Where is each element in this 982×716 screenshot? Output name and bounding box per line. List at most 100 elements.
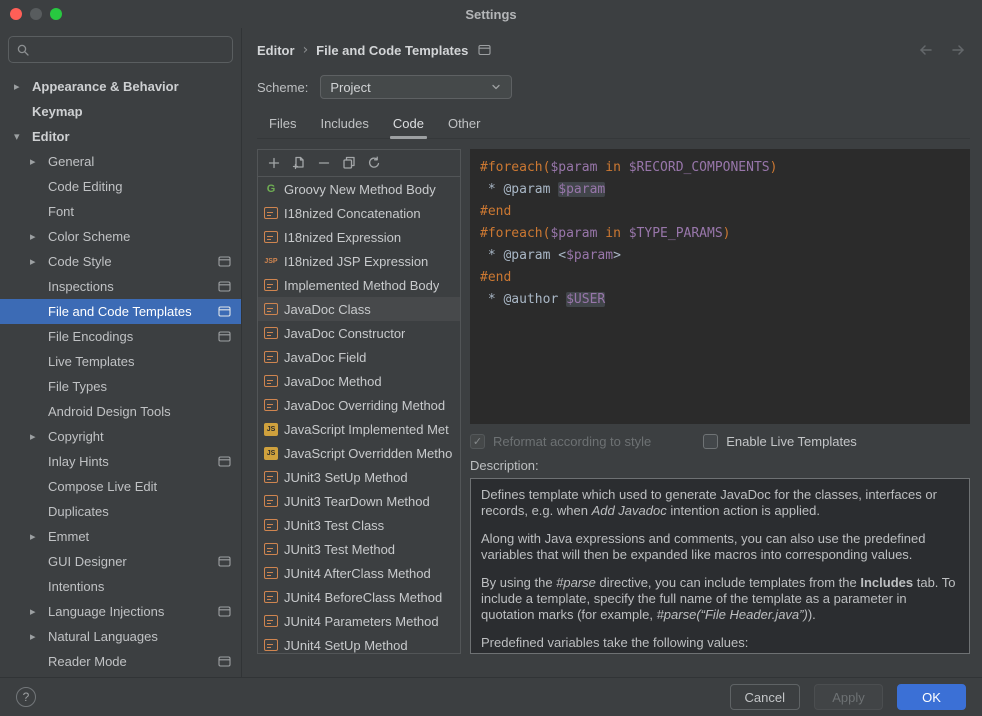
tree-chevron-icon[interactable]: ▸ <box>30 155 48 168</box>
reformat-option[interactable]: Reformat according to style <box>470 434 651 449</box>
sidebar-item-copyright[interactable]: ▸ Copyright <box>0 424 241 449</box>
help-button[interactable]: ? <box>16 687 36 707</box>
tree-chevron-icon[interactable]: ▸ <box>30 255 48 268</box>
template-item-javadoc-class[interactable]: JavaDoc Class <box>258 297 460 321</box>
tree-chevron-icon[interactable]: ▸ <box>30 430 48 443</box>
template-item-junit3-teardown-method[interactable]: JUnit3 TearDown Method <box>258 489 460 513</box>
sidebar-item-android-design-tools[interactable]: Android Design Tools <box>0 399 241 424</box>
sidebar-item-font[interactable]: Font <box>0 199 241 224</box>
template-item-implemented-method-body[interactable]: Implemented Method Body <box>258 273 460 297</box>
template-item-junit3-setup-method[interactable]: JUnit3 SetUp Method <box>258 465 460 489</box>
live-templates-checkbox[interactable] <box>703 434 718 449</box>
template-item-i18nized-jsp-expression[interactable]: JSP I18nized JSP Expression <box>258 249 460 273</box>
sidebar-item-label: File and Code Templates <box>48 304 192 319</box>
file-template-icon <box>264 639 278 651</box>
template-item-junit4-afterclass-method[interactable]: JUnit4 AfterClass Method <box>258 561 460 585</box>
sidebar-item-label: Appearance & Behavior <box>32 79 179 94</box>
tree-chevron-icon[interactable]: ▾ <box>14 130 32 143</box>
template-item-javadoc-overriding-method[interactable]: JavaDoc Overriding Method <box>258 393 460 417</box>
sidebar-item-inspections[interactable]: Inspections <box>0 274 241 299</box>
reformat-checkbox[interactable] <box>470 434 485 449</box>
template-item-javascript-overridden-metho[interactable]: JS JavaScript Overridden Metho <box>258 441 460 465</box>
sidebar-item-label: Editor <box>32 129 70 144</box>
sidebar-item-code-editing[interactable]: Code Editing <box>0 174 241 199</box>
template-item-i18nized-concatenation[interactable]: I18nized Concatenation <box>258 201 460 225</box>
template-item-i18nized-expression[interactable]: I18nized Expression <box>258 225 460 249</box>
template-item-junit3-test-method[interactable]: JUnit3 Test Method <box>258 537 460 561</box>
tab-includes[interactable]: Includes <box>308 108 380 138</box>
sidebar-item-appearance-behavior[interactable]: ▸ Appearance & Behavior <box>0 74 241 99</box>
scheme-select[interactable]: Project <box>320 75 512 99</box>
template-name: JavaDoc Constructor <box>284 326 405 341</box>
sidebar-item-intentions[interactable]: Intentions <box>0 574 241 599</box>
template-item-javadoc-field[interactable]: JavaDoc Field <box>258 345 460 369</box>
template-item-junit4-parameters-method[interactable]: JUnit4 Parameters Method <box>258 609 460 633</box>
sidebar-item-gui-designer[interactable]: GUI Designer <box>0 549 241 574</box>
sidebar-item-compose-live-edit[interactable]: Compose Live Edit <box>0 474 241 499</box>
file-template-icon <box>264 207 278 219</box>
sidebar-item-file-types[interactable]: File Types <box>0 374 241 399</box>
tree-chevron-icon[interactable]: ▸ <box>14 80 32 93</box>
sidebar-item-live-templates[interactable]: Live Templates <box>0 349 241 374</box>
tree-chevron-icon[interactable]: ▸ <box>30 230 48 243</box>
tree-chevron-icon[interactable]: ▸ <box>30 630 48 643</box>
breadcrumb-editor[interactable]: Editor <box>257 43 295 58</box>
sidebar-item-keymap[interactable]: Keymap <box>0 99 241 124</box>
template-item-junit3-test-class[interactable]: JUnit3 Test Class <box>258 513 460 537</box>
template-name: JavaScript Implemented Met <box>284 422 449 437</box>
sidebar-item-inlay-hints[interactable]: Inlay Hints <box>0 449 241 474</box>
reset-to-default-icon[interactable] <box>367 156 381 170</box>
template-item-junit4-beforeclass-method[interactable]: JUnit4 BeforeClass Method <box>258 585 460 609</box>
tab-files[interactable]: Files <box>257 108 308 138</box>
sidebar-item-code-style[interactable]: ▸ Code Style <box>0 249 241 274</box>
description-paragraph: By using the #parse directive, you can i… <box>481 575 959 623</box>
template-item-javascript-implemented-met[interactable]: JS JavaScript Implemented Met <box>258 417 460 441</box>
tab-other[interactable]: Other <box>436 108 493 138</box>
template-item-groovy-new-method-body[interactable]: G Groovy New Method Body <box>258 177 460 201</box>
template-item-javadoc-method[interactable]: JavaDoc Method <box>258 369 460 393</box>
sidebar-item-general[interactable]: ▸ General <box>0 149 241 174</box>
template-editor[interactable]: #foreach($param in $RECORD_COMPONENTS) *… <box>470 149 970 424</box>
settings-sidebar: ▸ Appearance & Behavior Keymap ▾ Editor … <box>0 28 242 677</box>
sidebar-item-file-and-code-templates[interactable]: File and Code Templates <box>0 299 241 324</box>
tab-code[interactable]: Code <box>381 108 436 138</box>
template-name: JavaDoc Overriding Method <box>284 398 445 413</box>
close-button[interactable] <box>10 8 22 20</box>
sidebar-item-file-encodings[interactable]: File Encodings <box>0 324 241 349</box>
description-box[interactable]: Defines template which used to generate … <box>470 478 970 654</box>
template-name: Implemented Method Body <box>284 278 439 293</box>
back-arrow-icon[interactable] <box>918 43 934 57</box>
sidebar-item-label: Intentions <box>48 579 104 594</box>
external-help-icon[interactable] <box>478 44 491 56</box>
zoom-button[interactable] <box>50 8 62 20</box>
add-template-icon[interactable] <box>267 156 281 170</box>
live-templates-option[interactable]: Enable Live Templates <box>703 434 857 449</box>
search-input[interactable] <box>35 42 225 57</box>
sidebar-item-reader-mode[interactable]: Reader Mode <box>0 649 241 674</box>
create-child-template-icon[interactable] <box>292 156 306 170</box>
sidebar-item-editor[interactable]: ▾ Editor <box>0 124 241 149</box>
ok-button[interactable]: OK <box>897 684 966 710</box>
sidebar-item-natural-languages[interactable]: ▸ Natural Languages <box>0 624 241 649</box>
tree-chevron-icon[interactable]: ▸ <box>30 605 48 618</box>
options-row: Reformat according to style Enable Live … <box>470 424 970 458</box>
cancel-button[interactable]: Cancel <box>730 684 800 710</box>
search-field[interactable] <box>8 36 233 63</box>
jsp-icon: JSP <box>264 254 278 268</box>
apply-button[interactable]: Apply <box>814 684 883 710</box>
template-item-javadoc-constructor[interactable]: JavaDoc Constructor <box>258 321 460 345</box>
forward-arrow-icon[interactable] <box>950 43 966 57</box>
tab-label: Includes <box>320 116 368 131</box>
tree-chevron-icon[interactable]: ▸ <box>30 530 48 543</box>
template-item-junit4-setup-method[interactable]: JUnit4 SetUp Method <box>258 633 460 653</box>
file-template-icon <box>264 399 278 411</box>
remove-template-icon[interactable] <box>317 156 331 170</box>
sidebar-item-language-injections[interactable]: ▸ Language Injections <box>0 599 241 624</box>
duplicate-template-icon[interactable] <box>342 156 356 170</box>
sidebar-item-color-scheme[interactable]: ▸ Color Scheme <box>0 224 241 249</box>
file-template-icon <box>264 471 278 483</box>
sidebar-item-duplicates[interactable]: Duplicates <box>0 499 241 524</box>
settings-page-icon <box>218 281 231 292</box>
footer-buttons: Cancel Apply OK <box>730 684 966 710</box>
sidebar-item-emmet[interactable]: ▸ Emmet <box>0 524 241 549</box>
